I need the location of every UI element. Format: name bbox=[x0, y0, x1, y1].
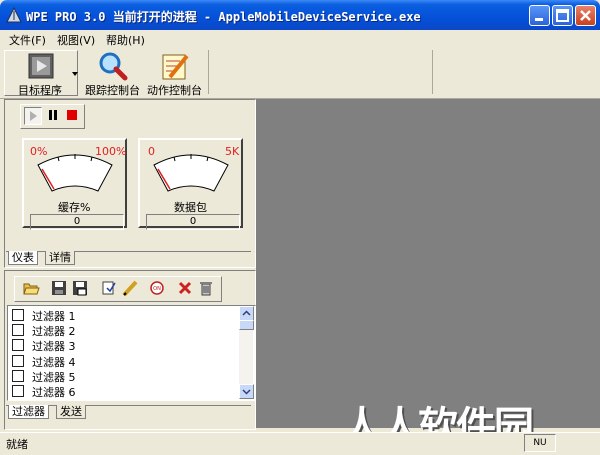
dropdown-arrow-icon[interactable] bbox=[72, 68, 80, 81]
checkbox[interactable] bbox=[12, 309, 24, 321]
filter-item-5[interactable]: 过滤器 5 bbox=[9, 368, 237, 384]
trace-console-label: 跟踪控制台 bbox=[85, 84, 140, 97]
stop-icon bbox=[67, 110, 77, 120]
target-program-label: 目标程序 bbox=[18, 84, 62, 97]
minimize-button[interactable] bbox=[529, 5, 550, 26]
packets-min-label: 0 bbox=[148, 145, 155, 158]
checkbox[interactable] bbox=[12, 370, 24, 382]
chevron-up-icon bbox=[242, 310, 251, 316]
window-title: WPE PRO 3.0 当前打开的进程 - AppleMobileDeviceS… bbox=[26, 10, 421, 24]
target-program-icon bbox=[28, 53, 54, 79]
checkbox[interactable] bbox=[12, 385, 24, 397]
minimize-icon bbox=[535, 18, 543, 21]
buffer-value: 0 bbox=[30, 214, 124, 230]
status-nu-indicator: NU bbox=[524, 434, 556, 452]
maximize-icon bbox=[556, 9, 569, 22]
delete-x-icon[interactable] bbox=[176, 279, 194, 297]
buffer-min-label: 0% bbox=[30, 145, 48, 158]
play-icon bbox=[30, 111, 37, 121]
packets-max-label: 5K bbox=[225, 145, 240, 158]
pause-button[interactable] bbox=[45, 107, 61, 123]
menu-help[interactable]: 帮助(H) bbox=[106, 32, 145, 47]
tab-filters[interactable]: 过滤器 bbox=[8, 405, 49, 419]
tab-meter[interactable]: 仪表 bbox=[8, 251, 38, 265]
save-icon[interactable] bbox=[50, 279, 68, 297]
toolbar-separator bbox=[432, 50, 433, 94]
tab-strip-line bbox=[6, 251, 251, 252]
close-button[interactable] bbox=[575, 5, 596, 26]
checkbox[interactable] bbox=[12, 355, 24, 367]
status-text: 就绪 bbox=[6, 438, 28, 451]
menu-file[interactable]: 文件(F) bbox=[9, 32, 46, 47]
app-icon bbox=[6, 6, 22, 23]
checkbox[interactable] bbox=[12, 324, 24, 336]
filter-item-label: 过滤器 3 bbox=[32, 340, 76, 353]
filter-item-6[interactable]: 过滤器 6 bbox=[9, 383, 237, 399]
play-button[interactable] bbox=[24, 107, 42, 125]
packets-value: 0 bbox=[146, 214, 240, 230]
filter-item-label: 过滤器 6 bbox=[32, 386, 76, 399]
scroll-up-button[interactable] bbox=[239, 306, 254, 321]
pencil-icon[interactable] bbox=[121, 279, 139, 297]
notepad-pencil-icon bbox=[162, 54, 189, 80]
menu-view[interactable]: 视图(V) bbox=[57, 32, 95, 47]
magnifier-icon bbox=[99, 52, 128, 81]
main-view-area bbox=[256, 99, 600, 428]
save-as-icon[interactable] bbox=[71, 279, 89, 297]
checkbox[interactable] bbox=[12, 339, 24, 351]
action-console-label: 动作控制台 bbox=[147, 84, 202, 97]
scroll-down-button[interactable] bbox=[239, 384, 254, 399]
filter-item-4[interactable]: 过滤器 4 bbox=[9, 353, 237, 369]
packets-gauge-title: 数据包 bbox=[174, 201, 207, 214]
close-icon bbox=[580, 10, 591, 21]
trash-icon[interactable] bbox=[197, 279, 215, 297]
buffer-gauge-title: 缓存% bbox=[58, 201, 91, 214]
filter-item-2[interactable]: 过滤器 2 bbox=[9, 322, 237, 338]
open-folder-icon[interactable] bbox=[22, 279, 40, 297]
edit-page-icon[interactable] bbox=[100, 279, 118, 297]
tab-details[interactable]: 详情 bbox=[45, 251, 75, 265]
stop-button[interactable] bbox=[64, 107, 80, 123]
packets-gauge-dial bbox=[153, 154, 229, 192]
toggle-on-icon[interactable]: ON bbox=[148, 279, 166, 297]
tab-send[interactable]: 发送 bbox=[56, 405, 86, 419]
maximize-button[interactable] bbox=[552, 5, 573, 26]
status-bar bbox=[0, 432, 600, 455]
svg-text:ON: ON bbox=[153, 286, 161, 292]
filter-item-3[interactable]: 过滤器 3 bbox=[9, 337, 237, 353]
scroll-thumb[interactable] bbox=[239, 320, 254, 330]
pause-icon bbox=[49, 110, 57, 120]
buffer-max-label: 100% bbox=[95, 145, 127, 158]
filter-item-1[interactable]: 过滤器 1 bbox=[9, 307, 237, 323]
toolbar-separator bbox=[208, 50, 209, 94]
chevron-down-icon bbox=[242, 389, 251, 395]
